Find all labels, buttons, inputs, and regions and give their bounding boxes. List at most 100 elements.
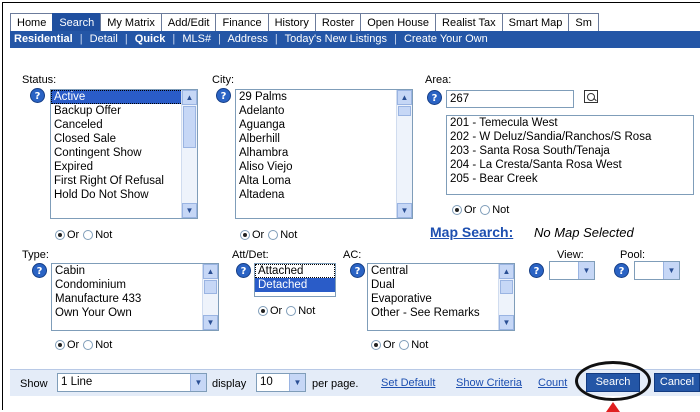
ac-option[interactable]: Dual [368, 278, 514, 292]
ac-help-icon[interactable]: ? [350, 263, 365, 278]
subnav-quick[interactable]: Quick [135, 33, 166, 45]
type-or-radio[interactable] [55, 340, 65, 350]
ac-listbox[interactable]: Central Dual Evaporative Other - See Rem… [367, 263, 515, 331]
scroll-down-icon[interactable]: ▼ [397, 203, 412, 218]
scroll-up-icon[interactable]: ▲ [397, 90, 412, 105]
status-help-icon[interactable]: ? [30, 88, 45, 103]
view-help-icon[interactable]: ? [529, 263, 544, 278]
scroll-thumb[interactable] [398, 106, 411, 116]
count-link[interactable]: Count [538, 377, 567, 389]
scroll-down-icon[interactable]: ▼ [499, 315, 514, 330]
scroll-up-icon[interactable]: ▲ [499, 264, 514, 279]
attdet-listbox[interactable]: Attached Detached [254, 263, 336, 297]
ac-or-radio[interactable] [371, 340, 381, 350]
attdet-option[interactable]: Detached [255, 278, 335, 292]
display-count-select[interactable]: 10 ▼ [256, 373, 306, 392]
type-listbox[interactable]: Cabin Condominium Manufacture 433 Own Yo… [51, 263, 219, 331]
city-option[interactable]: Aliso Viejo [236, 160, 412, 174]
ac-scrollbar[interactable]: ▲ ▼ [498, 264, 514, 330]
type-scrollbar[interactable]: ▲ ▼ [202, 264, 218, 330]
show-lines-select[interactable]: 1 Line ▼ [57, 373, 207, 392]
status-option[interactable]: Contingent Show [51, 146, 197, 160]
ac-not-radio[interactable] [399, 340, 410, 350]
map-search-link[interactable]: Map Search: [430, 224, 513, 240]
chevron-down-icon[interactable]: ▼ [190, 374, 206, 391]
status-option[interactable]: Hold Do Not Show [51, 188, 197, 202]
scroll-up-icon[interactable]: ▲ [203, 264, 218, 279]
type-option[interactable]: Own Your Own [52, 306, 218, 320]
city-option[interactable]: 29 Palms [236, 90, 412, 104]
ac-option[interactable]: Evaporative [368, 292, 514, 306]
tab-search[interactable]: Search [52, 13, 102, 32]
status-or-radio[interactable] [55, 230, 65, 240]
area-not-radio[interactable] [480, 205, 491, 215]
scroll-down-icon[interactable]: ▼ [203, 315, 218, 330]
scroll-up-icon[interactable]: ▲ [182, 90, 197, 105]
show-criteria-link[interactable]: Show Criteria [456, 377, 522, 389]
cancel-button[interactable]: Cancel [654, 373, 700, 392]
pool-help-icon[interactable]: ? [614, 263, 629, 278]
type-help-icon[interactable]: ? [32, 263, 47, 278]
status-option[interactable]: Closed Sale [51, 132, 197, 146]
scroll-down-icon[interactable]: ▼ [182, 203, 197, 218]
tab-add-edit[interactable]: Add/Edit [160, 13, 217, 32]
city-listbox[interactable]: 29 Palms Adelanto Aguanga Alberhill Alha… [235, 89, 413, 219]
tab-roster[interactable]: Roster [314, 13, 362, 32]
area-option[interactable]: 202 - W Deluz/Sandia/Ranchos/S Rosa [447, 130, 693, 144]
ac-option[interactable]: Other - See Remarks [368, 306, 514, 320]
area-lookup-icon[interactable] [584, 90, 598, 103]
city-option[interactable]: Alhambra [236, 146, 412, 160]
type-option[interactable]: Manufacture 433 [52, 292, 218, 306]
scroll-thumb[interactable] [500, 280, 513, 294]
scroll-thumb[interactable] [204, 280, 217, 294]
tab-history[interactable]: History [267, 13, 316, 32]
area-or-radio[interactable] [452, 205, 462, 215]
area-option[interactable]: 205 - Bear Creek [447, 172, 693, 186]
subnav-detail[interactable]: Detail [90, 33, 118, 45]
chevron-down-icon[interactable]: ▼ [289, 374, 305, 391]
status-option[interactable]: Canceled [51, 118, 197, 132]
attdet-not-radio[interactable] [286, 306, 297, 316]
view-select[interactable]: ▼ [549, 261, 595, 280]
tab-realist-tax[interactable]: Realist Tax [435, 13, 503, 32]
attdet-or-radio[interactable] [258, 306, 268, 316]
scroll-thumb[interactable] [183, 106, 196, 148]
type-option[interactable]: Cabin [52, 264, 218, 278]
tab-home[interactable]: Home [10, 13, 54, 32]
tab-sm-partial[interactable]: Sm [568, 13, 599, 32]
tab-smart-map[interactable]: Smart Map [501, 13, 570, 32]
area-listbox[interactable]: 201 - Temecula West 202 - W Deluz/Sandia… [446, 115, 694, 195]
set-default-link[interactable]: Set Default [381, 377, 435, 389]
area-input[interactable]: 267 [446, 90, 574, 108]
city-option[interactable]: Altadena [236, 188, 412, 202]
city-option[interactable]: Alberhill [236, 132, 412, 146]
city-option[interactable]: Alta Loma [236, 174, 412, 188]
city-or-radio[interactable] [240, 230, 250, 240]
area-option[interactable]: 203 - Santa Rosa South/Tenaja [447, 144, 693, 158]
status-option[interactable]: First Right Of Refusal [51, 174, 197, 188]
city-option[interactable]: Aguanga [236, 118, 412, 132]
ac-option[interactable]: Central [368, 264, 514, 278]
area-option[interactable]: 204 - La Cresta/Santa Rosa West [447, 158, 693, 172]
chevron-down-icon[interactable]: ▼ [663, 262, 679, 279]
area-option[interactable]: 201 - Temecula West [447, 116, 693, 130]
city-option[interactable]: Adelanto [236, 104, 412, 118]
tab-my-matrix[interactable]: My Matrix [100, 13, 162, 32]
attdet-option[interactable]: Attached [255, 264, 335, 278]
type-not-radio[interactable] [83, 340, 94, 350]
tab-open-house[interactable]: Open House [360, 13, 437, 32]
subnav-address[interactable]: Address [227, 33, 267, 45]
status-option[interactable]: Active [51, 90, 197, 104]
subnav-residential[interactable]: Residential [14, 33, 73, 45]
pool-select[interactable]: ▼ [634, 261, 680, 280]
city-scrollbar[interactable]: ▲ ▼ [396, 90, 412, 218]
status-scrollbar[interactable]: ▲ ▼ [181, 90, 197, 218]
attdet-help-icon[interactable]: ? [236, 263, 251, 278]
subnav-mls-number[interactable]: MLS# [182, 33, 211, 45]
city-not-radio[interactable] [268, 230, 279, 240]
subnav-todays-new-listings[interactable]: Today's New Listings [285, 33, 387, 45]
subnav-create-your-own[interactable]: Create Your Own [404, 33, 488, 45]
status-option[interactable]: Expired [51, 160, 197, 174]
area-help-icon[interactable]: ? [427, 90, 442, 105]
status-option[interactable]: Backup Offer [51, 104, 197, 118]
